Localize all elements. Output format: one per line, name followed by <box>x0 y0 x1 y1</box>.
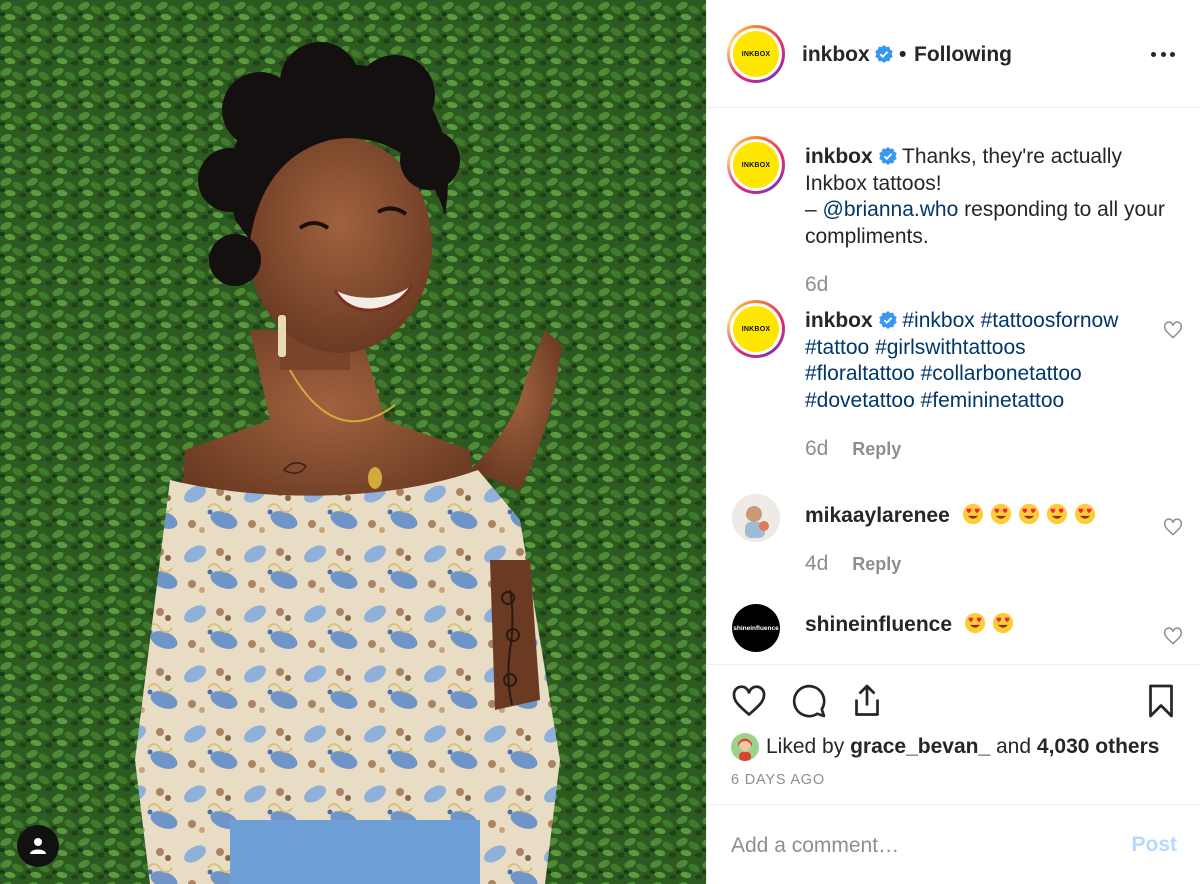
comment-text: mikaaylarenee <box>805 503 1175 530</box>
caption-line2: Inkbox tattoos! <box>805 171 942 195</box>
comment-time: 6d <box>805 273 829 296</box>
hashtag-link[interactable]: #floraltattoo <box>805 362 915 385</box>
bookmark-icon[interactable] <box>1143 683 1179 719</box>
others-count[interactable]: 4,030 others <box>1037 735 1160 759</box>
comment-time: 4d <box>805 552 829 575</box>
heart-eyes-emoji-icon <box>1074 503 1095 525</box>
likes-summary: Liked by grace_bevan_ and 4,030 others <box>731 733 1159 761</box>
and-label: and <box>996 735 1032 758</box>
heart-eyes-emoji-icon <box>990 503 1011 525</box>
reply-button[interactable]: Reply <box>852 554 901 574</box>
comment-meta: 6d Reply <box>805 437 901 461</box>
verified-badge-icon <box>878 147 897 165</box>
hashtag-link[interactable]: #tattoo <box>805 336 869 359</box>
like-comment-heart-icon[interactable] <box>1163 320 1183 340</box>
verified-badge-icon <box>878 311 897 329</box>
caption-line1: Thanks, they're actually <box>902 145 1122 168</box>
liked-by-prefix: Liked by <box>766 735 845 758</box>
separator-dot: • <box>899 43 907 66</box>
hashtag-link[interactable]: #girlswithtattoos <box>875 336 1026 359</box>
comment-meta: 6d <box>805 273 828 297</box>
emoji-row <box>956 503 1096 527</box>
comment-username[interactable]: inkbox <box>805 145 873 168</box>
heart-icon[interactable] <box>731 683 767 719</box>
commenter-avatar[interactable]: INKBOX <box>727 136 785 194</box>
heart-eyes-emoji-icon <box>992 612 1013 634</box>
commenter-avatar[interactable] <box>732 494 780 542</box>
comment-username[interactable]: inkbox <box>805 309 873 332</box>
caption-text: inkbox Thanks, they're actually Inkbox t… <box>805 144 1175 250</box>
comment-input[interactable] <box>731 829 1111 863</box>
add-comment-bar: Post <box>707 804 1200 884</box>
user-tags-button[interactable] <box>17 825 59 867</box>
liker-avatar[interactable] <box>731 733 759 761</box>
more-options-icon[interactable] <box>1151 48 1175 60</box>
inkbox-logo: INKBOX <box>733 306 779 352</box>
author-avatar[interactable]: INKBOX <box>727 25 785 83</box>
inkbox-logo: INKBOX <box>733 31 779 77</box>
post-image <box>0 0 706 884</box>
heart-eyes-emoji-icon <box>964 612 985 634</box>
user-icon <box>30 838 46 854</box>
hashtag-link[interactable]: #femininetattoo <box>921 389 1065 412</box>
mention-link[interactable]: @brianna.who <box>823 198 959 221</box>
hashtag-link[interactable]: #collarbonetattoo <box>921 362 1082 385</box>
comment-text: inkbox #inkbox #tattoosfornow #tattoo #g… <box>805 308 1175 414</box>
heart-eyes-emoji-icon <box>1018 503 1039 525</box>
comment-username[interactable]: shineinfluence <box>805 613 952 636</box>
post-details-panel: INKBOX inkbox • Following INKBOX inkbox … <box>706 0 1200 884</box>
post-photo[interactable] <box>0 0 706 884</box>
caption-dash: – <box>805 198 823 221</box>
like-comment-heart-icon[interactable] <box>1163 626 1183 646</box>
heart-eyes-emoji-icon <box>1046 503 1067 525</box>
post-actions: Liked by grace_bevan_ and 4,030 others 6… <box>707 664 1200 804</box>
commenter-avatar[interactable]: INKBOX <box>727 300 785 358</box>
like-comment-heart-icon[interactable] <box>1163 517 1183 537</box>
inkbox-logo: INKBOX <box>733 142 779 188</box>
post-comment-button[interactable]: Post <box>1131 833 1177 857</box>
emoji-row <box>958 612 1014 636</box>
author-username[interactable]: inkbox <box>802 43 870 67</box>
hashtag-link[interactable]: #inkbox <box>902 309 974 332</box>
shineinfluence-logo: shineinfluence <box>733 624 779 632</box>
share-icon[interactable] <box>849 683 885 719</box>
following-button[interactable]: Following <box>914 43 1012 67</box>
post-header: INKBOX inkbox • Following <box>707 0 1200 108</box>
comment-text: shineinfluence <box>805 612 1175 639</box>
hashtag-link[interactable]: #dovetattoo <box>805 389 915 412</box>
comment-icon[interactable] <box>791 683 827 719</box>
comment-meta: 4d Reply <box>805 552 901 576</box>
reply-button[interactable]: Reply <box>852 439 901 459</box>
comment-username[interactable]: mikaaylarenee <box>805 504 950 527</box>
heart-eyes-emoji-icon <box>962 503 983 525</box>
comments-list[interactable]: INKBOX inkbox Thanks, they're actually I… <box>707 108 1200 664</box>
verified-badge-icon <box>875 45 893 66</box>
post-timestamp[interactable]: 6 DAYS AGO <box>731 772 825 788</box>
commenter-avatar[interactable]: shineinfluence <box>732 604 780 652</box>
comment-time: 6d <box>805 437 829 460</box>
hashtag-link[interactable]: #tattoosfornow <box>981 309 1119 332</box>
liked-by-user[interactable]: grace_bevan_ <box>850 735 990 759</box>
